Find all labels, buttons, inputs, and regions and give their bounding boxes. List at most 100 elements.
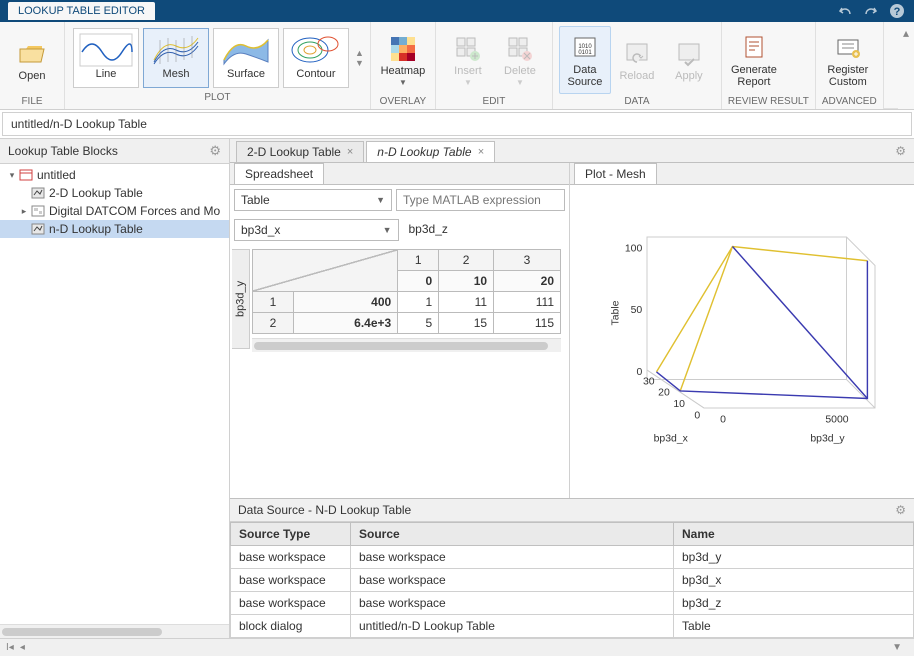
block-icon (30, 222, 46, 236)
table-row[interactable]: base workspacebase workspacebp3d_z (231, 592, 914, 615)
apply-button[interactable]: Apply (663, 26, 715, 94)
chevron-down-icon: ▼ (464, 78, 472, 87)
plot-pane: Plot - Mesh (570, 163, 914, 498)
group-file: Open FILE (0, 22, 65, 109)
tab-nd-lookup[interactable]: n-D Lookup Table× (366, 141, 495, 162)
model-icon (18, 168, 34, 182)
left-panel: Lookup Table Blocks ⚙ ▾ untitled 2-D Loo… (0, 139, 230, 638)
table-row[interactable]: block dialoguntitled/n-D Lookup TableTab… (231, 615, 914, 638)
data-source-icon: 10100101 (569, 32, 601, 64)
heatmap-button[interactable]: Heatmap ▼ (377, 26, 429, 94)
bpx-select[interactable]: bp3d_x▼ (234, 219, 399, 241)
svg-text:20: 20 (658, 388, 670, 399)
expression-input[interactable] (396, 189, 565, 211)
col-source[interactable]: Source (351, 523, 674, 546)
open-button[interactable]: Open (6, 26, 58, 94)
subsystem-icon (30, 204, 46, 218)
plot-line-button[interactable]: Line (73, 28, 139, 88)
delete-icon (504, 33, 536, 65)
plot-tab[interactable]: Plot - Mesh (574, 163, 657, 184)
app-title: LOOKUP TABLE EDITOR (8, 2, 155, 20)
register-custom-button[interactable]: Register Custom (822, 26, 874, 94)
plot-contour-button[interactable]: Contour (283, 28, 349, 88)
breadcrumb[interactable]: untitled/n-D Lookup Table (2, 112, 912, 136)
generate-report-button[interactable]: Generate Report (728, 26, 780, 94)
spreadsheet-pane: Spreadsheet Table▼ bp3d_x▼ bp3d_z bp3d_y… (230, 163, 570, 498)
contour-icon (288, 32, 344, 68)
svg-text:100: 100 (625, 243, 643, 254)
tree: ▾ untitled 2-D Lookup Table ▸ Digital DA… (0, 164, 229, 624)
heatmap-icon (387, 33, 419, 65)
svg-text:50: 50 (631, 305, 643, 316)
line-icon (78, 32, 134, 68)
panel-toggle-icon[interactable]: ▼ (892, 642, 902, 653)
tree-item-root[interactable]: ▾ untitled (0, 166, 229, 184)
table-scrollbar[interactable] (252, 338, 561, 352)
data-source-table: Source Type Source Name base workspaceba… (230, 522, 914, 638)
group-edit: Insert ▼ Delete ▼ EDIT (436, 22, 553, 109)
tree-item-nd[interactable]: n-D Lookup Table (0, 220, 229, 238)
report-icon (738, 32, 770, 64)
col-source-type[interactable]: Source Type (231, 523, 351, 546)
group-data: 10100101 Data Source Reload Apply DATA (553, 22, 722, 109)
register-icon (832, 32, 864, 64)
close-icon[interactable]: × (478, 146, 484, 158)
bpy-vertical-tab[interactable]: bp3d_y (232, 249, 250, 349)
group-advanced: Register Custom ADVANCED (816, 22, 884, 109)
folder-open-icon (16, 38, 48, 70)
tab-2d-lookup[interactable]: 2-D Lookup Table× (236, 141, 364, 162)
mesh-icon (148, 32, 204, 68)
table-select[interactable]: Table▼ (234, 189, 392, 211)
svg-text:Table: Table (611, 300, 622, 325)
mesh-plot[interactable]: 0 50 100 Table 30 20 10 0 bp3d_x (590, 195, 894, 488)
expand-icon[interactable]: ▸ (18, 206, 30, 217)
table-row[interactable]: base workspacebase workspacebp3d_y (231, 546, 914, 569)
expand-icon[interactable]: ▾ (6, 170, 18, 181)
redo-icon[interactable] (862, 2, 880, 20)
insert-button[interactable]: Insert ▼ (442, 26, 494, 94)
breadcrumb-text: untitled/n-D Lookup Table (11, 117, 147, 131)
reload-button[interactable]: Reload (611, 26, 663, 94)
left-panel-title: Lookup Table Blocks (8, 144, 118, 158)
ribbon-collapse-icon[interactable]: ▴ (898, 22, 914, 109)
data-table[interactable]: 123 01020 1400111111 26.4e+3515115 (252, 249, 561, 334)
ribbon: Open FILE Line Mesh Surface Contour (0, 22, 914, 110)
svg-text:bp3d_y: bp3d_y (810, 433, 845, 444)
apply-icon (673, 38, 705, 70)
tree-item-datcom[interactable]: ▸ Digital DATCOM Forces and Mo (0, 202, 229, 220)
gear-icon[interactable]: ⚙ (895, 503, 906, 517)
col-name[interactable]: Name (674, 523, 914, 546)
plot-mesh-button[interactable]: Mesh (143, 28, 209, 88)
block-icon (30, 186, 46, 200)
first-page-icon[interactable]: I◂ (6, 642, 14, 653)
prev-page-icon[interactable]: ◂ (20, 642, 25, 653)
gear-icon[interactable]: ⚙ (209, 143, 221, 159)
title-bar: LOOKUP TABLE EDITOR ? (0, 0, 914, 22)
gear-icon[interactable]: ⚙ (887, 140, 914, 162)
spreadsheet-tab[interactable]: Spreadsheet (234, 163, 324, 184)
chevron-down-icon: ▼ (399, 78, 407, 87)
help-icon[interactable]: ? (888, 2, 906, 20)
data-source-title: Data Source - N-D Lookup Table (238, 503, 411, 517)
svg-text:?: ? (894, 6, 901, 18)
svg-text:0101: 0101 (578, 50, 592, 56)
table-row[interactable]: base workspacebase workspacebp3d_x (231, 569, 914, 592)
plot-next-icon[interactable]: ▼ (355, 58, 364, 68)
surface-icon (218, 32, 274, 68)
close-icon[interactable]: × (347, 146, 353, 158)
horizontal-scrollbar[interactable] (0, 624, 229, 638)
svg-text:5000: 5000 (825, 414, 848, 425)
undo-icon[interactable] (836, 2, 854, 20)
insert-icon (452, 33, 484, 65)
bpz-label: bp3d_z (403, 219, 566, 241)
svg-text:0: 0 (694, 410, 700, 421)
tree-item-2d[interactable]: 2-D Lookup Table (0, 184, 229, 202)
plot-surface-button[interactable]: Surface (213, 28, 279, 88)
status-bar: I◂ ◂ ▼ (0, 638, 914, 656)
svg-text:bp3d_x: bp3d_x (654, 433, 689, 444)
group-plot: Line Mesh Surface Contour ▲ ▼ PLOT (65, 22, 371, 109)
svg-text:0: 0 (636, 367, 642, 378)
data-source-button[interactable]: 10100101 Data Source (559, 26, 611, 94)
delete-button[interactable]: Delete ▼ (494, 26, 546, 94)
plot-prev-icon[interactable]: ▲ (355, 48, 364, 58)
